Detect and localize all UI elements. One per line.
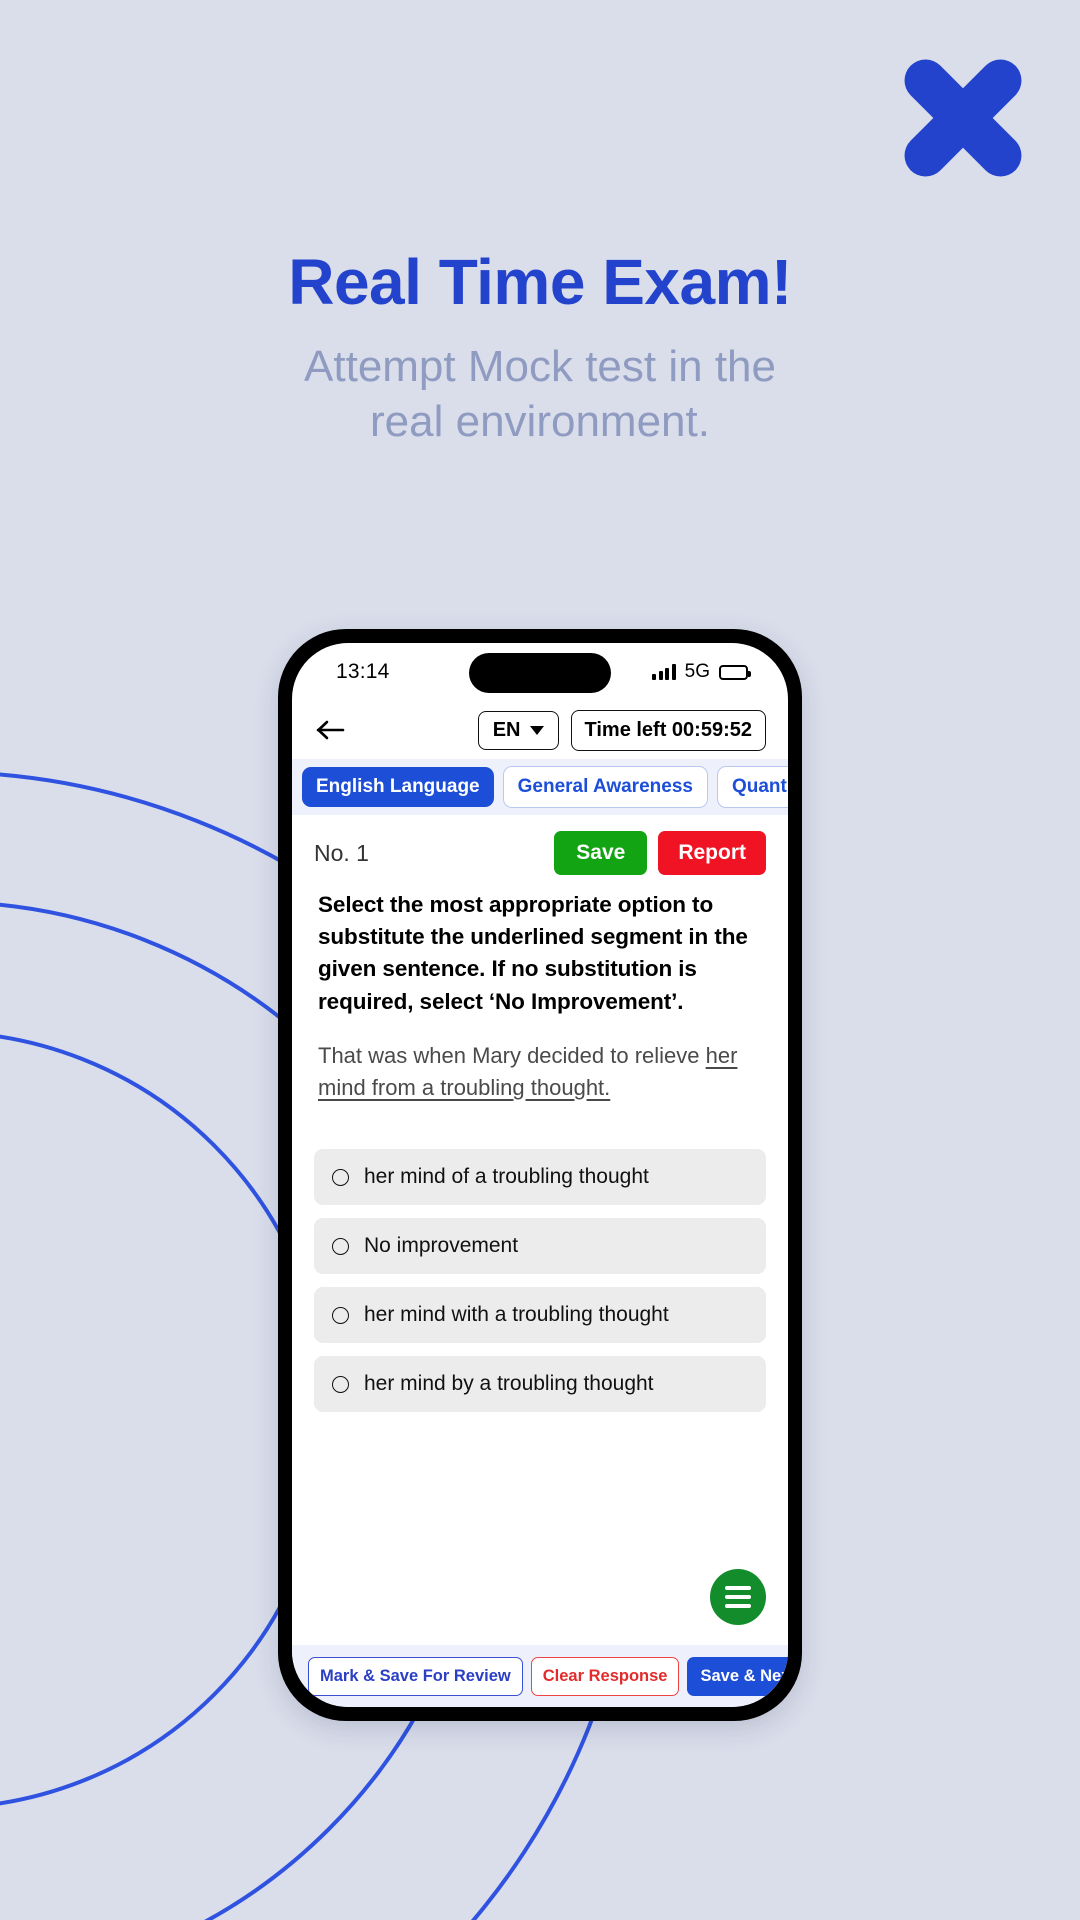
question-area: No. 1 Save Report Select the most approp… (292, 815, 788, 1645)
promo-subtitle-line1: Attempt Mock test in the (304, 342, 776, 392)
answer-option-label: No improvement (364, 1234, 519, 1258)
answer-options-list: her mind of a troubling thought No impro… (314, 1149, 766, 1413)
language-selector[interactable]: EN (477, 710, 559, 750)
radio-button-icon[interactable] (332, 1237, 349, 1255)
promo-subtitle: Attempt Mock test in the real environmen… (0, 339, 1080, 449)
question-prompt: Select the most appropriate option to su… (318, 892, 748, 1014)
question-header: No. 1 Save Report (314, 831, 766, 875)
tab-quantitative[interactable]: Quantitative (716, 766, 788, 808)
promo-title: Real Time Exam! (288, 246, 792, 318)
back-arrow-icon[interactable] (314, 713, 348, 747)
question-number: No. 1 (314, 839, 369, 866)
answer-option-label: her mind by a troubling thought (364, 1372, 654, 1396)
status-bar-indicators: 5G (652, 661, 751, 683)
radio-button-icon[interactable] (332, 1168, 349, 1186)
chevron-down-icon (529, 725, 544, 735)
tab-english-language[interactable]: English Language (302, 767, 494, 807)
battery-icon (719, 664, 751, 680)
phone-mockup: 13:14 5G EN Time left 00:59:52 English L… (278, 629, 802, 1721)
exam-timer: Time left 00:59:52 (570, 709, 766, 751)
exam-action-bar: Mark & Save For Review Clear Response Sa… (292, 1645, 788, 1707)
hamburger-menu-icon[interactable] (710, 1569, 766, 1625)
status-bar: 13:14 5G (292, 643, 788, 701)
signal-bars-icon (652, 664, 676, 680)
report-button[interactable]: Report (658, 831, 766, 875)
promo-text-block: Real Time Exam! Attempt Mock test in the… (0, 246, 1080, 449)
question-sentence-plain: That was when Mary decided to relieve (318, 1042, 706, 1068)
radio-button-icon[interactable] (332, 1306, 349, 1324)
answer-option[interactable]: her mind by a troubling thought (314, 1356, 766, 1413)
question-action-buttons: Save Report (554, 831, 766, 875)
tab-general-awareness[interactable]: General Awareness (502, 766, 708, 808)
network-type-label: 5G (684, 661, 710, 682)
answer-option-label: her mind of a troubling thought (364, 1165, 649, 1189)
clear-response-button[interactable]: Clear Response (530, 1656, 680, 1696)
language-selector-value: EN (492, 718, 521, 741)
answer-option[interactable]: her mind with a troubling thought (314, 1287, 766, 1344)
dynamic-island (469, 653, 611, 693)
x-mark-icon[interactable] (893, 48, 1033, 188)
exam-top-nav: EN Time left 00:59:52 (292, 701, 788, 759)
answer-option[interactable]: her mind of a troubling thought (314, 1149, 766, 1206)
answer-option[interactable]: No improvement (314, 1218, 766, 1275)
promo-subtitle-line2: real environment. (370, 397, 710, 447)
phone-screen: 13:14 5G EN Time left 00:59:52 English L… (292, 643, 788, 1707)
subject-tab-bar: English Language General Awareness Quant… (292, 759, 788, 815)
save-button[interactable]: Save (554, 831, 648, 875)
save-and-next-button[interactable]: Save & Next (687, 1656, 788, 1696)
answer-option-label: her mind with a troubling thought (364, 1303, 669, 1327)
mark-and-save-for-review-button[interactable]: Mark & Save For Review (308, 1656, 523, 1696)
question-sentence: That was when Mary decided to relieve he… (314, 1040, 766, 1104)
status-bar-time: 13:14 (336, 660, 390, 683)
radio-button-icon[interactable] (332, 1375, 349, 1393)
